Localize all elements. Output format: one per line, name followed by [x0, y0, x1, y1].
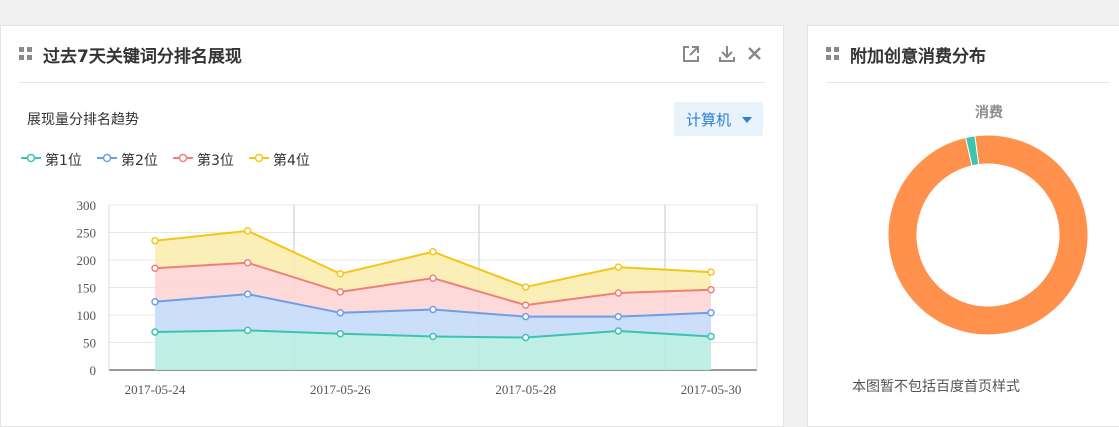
- data-point: [243, 259, 252, 267]
- x-tick-label: 2017-05-30: [681, 382, 742, 397]
- ranking-area-chart: 0 50 100 150 200 250 300 2017-05-24 2017-05-26 20…: [77, 198, 758, 397]
- x-tick-label: 2017-05-24: [125, 382, 186, 397]
- data-point: [429, 332, 437, 341]
- y-tick-label: 150: [77, 281, 97, 296]
- y-tick-label: 200: [77, 253, 97, 268]
- data-point: [429, 248, 437, 256]
- chart-note: 本图暂不包括百度首页样式: [852, 379, 1020, 395]
- spend-donut-chart: [887, 134, 1089, 336]
- data-point: [151, 264, 159, 272]
- data-point: [151, 328, 159, 336]
- data-point: [336, 270, 345, 278]
- data-point: [707, 332, 715, 341]
- data-point: [707, 309, 715, 317]
- data-point: [336, 329, 345, 338]
- y-tick-label: 50: [83, 336, 96, 351]
- data-point: [707, 285, 715, 294]
- data-point: [707, 268, 715, 276]
- data-point: [521, 283, 530, 291]
- data-point: [429, 274, 437, 282]
- data-point: [614, 327, 623, 335]
- donut-slice[interactable]: [887, 134, 1089, 336]
- data-point: [243, 290, 252, 298]
- data-point: [614, 263, 623, 271]
- data-point: [243, 326, 252, 335]
- y-tick-label: 300: [77, 198, 97, 213]
- data-point: [336, 288, 345, 296]
- data-point: [243, 227, 252, 235]
- keyword-ranking-panel: 过去7天关键词分排名展现 展现量分排名趋势 计算机 第1位 第2位 第3位 第4…: [0, 25, 784, 427]
- data-point: [151, 237, 159, 245]
- y-tick-label: 0: [90, 363, 97, 378]
- data-point: [521, 333, 530, 342]
- y-tick-label: 100: [77, 308, 97, 323]
- y-tick-label: 250: [77, 226, 97, 241]
- data-point: [336, 309, 345, 317]
- data-point: [614, 312, 623, 321]
- data-point: [614, 289, 623, 297]
- data-point: [429, 305, 437, 314]
- creative-spend-panel: 附加创意消费分布 消费 本图暂不包括百度首页样式: [807, 25, 1119, 427]
- data-point: [521, 312, 530, 321]
- x-tick-label: 2017-05-28: [495, 382, 556, 397]
- data-point: [151, 298, 159, 306]
- x-tick-label: 2017-05-26: [310, 382, 371, 397]
- data-point: [521, 301, 530, 309]
